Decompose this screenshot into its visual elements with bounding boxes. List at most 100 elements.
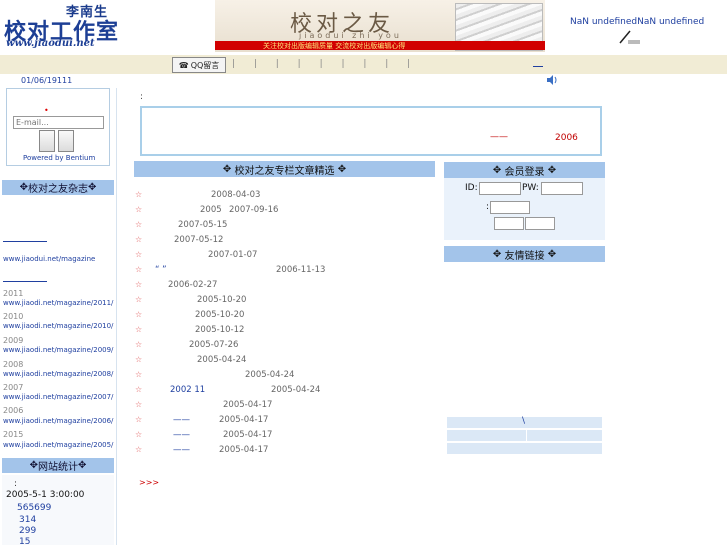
- article-row[interactable]: ☆ 2005-10-12: [135, 325, 435, 340]
- login-submit-button[interactable]: [39, 130, 55, 152]
- article-date: 2005-10-20: [197, 295, 247, 305]
- stats-value: 565699: [17, 503, 52, 513]
- nav-bar: ☎ QQ留言 | | | | | | | | |: [0, 54, 727, 75]
- star-icon: ☆: [135, 400, 143, 409]
- status-date: 01/06/19111: [21, 76, 73, 85]
- member-id-input[interactable]: [479, 182, 521, 195]
- article-dash: ——: [173, 415, 190, 425]
- diamond-icon: ✥: [547, 248, 557, 260]
- nav-link-underline[interactable]: [533, 66, 543, 67]
- article-date: 2005-04-24: [271, 385, 321, 395]
- magazine-main-link[interactable]: www.jiaodui.net/magazine: [3, 255, 95, 263]
- diamond-icon: ✥: [19, 182, 28, 193]
- id-label: ID:: [465, 183, 478, 193]
- article-row[interactable]: ☆ 2005-04-24: [135, 355, 435, 370]
- member-password-input[interactable]: [541, 182, 583, 195]
- login-register-button[interactable]: [58, 130, 74, 152]
- stats-value: 15: [19, 537, 31, 547]
- powered-by[interactable]: Powered by Bentium: [23, 154, 95, 162]
- qq-message-button[interactable]: ☎ QQ留言: [172, 57, 226, 73]
- star-icon: ☆: [135, 310, 143, 319]
- article-row[interactable]: ☆ 2006-02-27: [135, 280, 435, 295]
- article-row[interactable]: ☆ 2007-05-12: [135, 235, 435, 250]
- magazine-year-link[interactable]: www.jiaodi.net/magazine/2006/: [3, 417, 113, 425]
- article-row[interactable]: ☆ 2007-05-15: [135, 220, 435, 235]
- article-quote-marks: “ ”: [155, 265, 167, 275]
- article-dash: ——: [173, 430, 190, 440]
- magazine-year-link[interactable]: www.jiaodi.net/magazine/2008/: [3, 370, 113, 378]
- article-prefix: 2002 11: [170, 385, 206, 395]
- article-row[interactable]: ☆ 2005-04-17: [135, 400, 435, 415]
- article-row[interactable]: ☆ —— 2005-04-17: [135, 430, 435, 445]
- magazine-year-link[interactable]: www.jiaodi.net/magazine/2010/: [3, 322, 113, 330]
- status-bar: [0, 74, 727, 88]
- links-section-header: ✥ 友情链接 ✥: [444, 246, 605, 262]
- diamond-icon: ✥: [88, 182, 97, 193]
- magazine-year: 2015: [3, 430, 24, 439]
- article-row[interactable]: ☆ 2005-10-20: [135, 310, 435, 325]
- article-year: 2005: [200, 205, 222, 215]
- star-icon: ☆: [135, 430, 143, 439]
- link-underline[interactable]: [3, 241, 47, 242]
- diamond-icon: ✥: [492, 248, 502, 260]
- article-row[interactable]: ☆ —— 2005-04-17: [135, 445, 435, 460]
- article-row[interactable]: ☆ 2005-04-24: [135, 370, 435, 385]
- star-icon: ☆: [135, 235, 143, 244]
- header-date: NaN undefinedNaN undefined: [570, 17, 705, 27]
- pen-icon: [619, 30, 640, 44]
- notice-dash: ——: [490, 132, 508, 142]
- magazine-year: 2010: [3, 312, 24, 321]
- magazine-year: 2006: [3, 406, 24, 415]
- info-table-backslash: \: [522, 416, 526, 426]
- star-icon: ☆: [135, 190, 143, 199]
- article-date: 2007-01-07: [208, 250, 258, 260]
- article-date: 2008-04-03: [211, 190, 261, 200]
- diamond-icon: ✥: [492, 164, 502, 176]
- diamond-icon: ✥: [222, 163, 232, 175]
- articles-heading: 校对之友专栏文章精选: [234, 165, 335, 177]
- article-row[interactable]: ☆ 2007-01-07: [135, 250, 435, 265]
- article-row[interactable]: ☆ “ ” 2006-11-13: [135, 265, 435, 280]
- diamond-icon: ✥: [29, 460, 38, 471]
- magazine-year-link[interactable]: www.jiaodi.net/magazine/2011/: [3, 299, 113, 307]
- stats-start-time: 2005-5-1 3:00:00: [6, 490, 85, 500]
- member-login-button[interactable]: [494, 217, 524, 230]
- star-icon: ☆: [135, 205, 143, 214]
- star-icon: ☆: [135, 415, 143, 424]
- magazine-year-link[interactable]: www.jiaodi.net/magazine/2009/: [3, 346, 113, 354]
- article-date: 2005-07-26: [189, 340, 239, 350]
- speaker-icon[interactable]: [546, 74, 558, 86]
- star-icon: ☆: [135, 280, 143, 289]
- nav-separators: | | | | | | | | |: [232, 59, 419, 69]
- verification-code-input[interactable]: [490, 201, 530, 214]
- notice-label: :: [140, 92, 144, 102]
- article-row[interactable]: ☆ 2008-04-03: [135, 190, 435, 205]
- link-underline[interactable]: [3, 281, 47, 282]
- info-table-row: [447, 430, 602, 441]
- email-input[interactable]: [13, 116, 104, 129]
- article-row[interactable]: ☆ 2005-07-26: [135, 340, 435, 355]
- star-icon: ☆: [135, 340, 143, 349]
- article-date: 2005-10-12: [195, 325, 245, 335]
- article-date: 2007-05-15: [178, 220, 228, 230]
- notice-year: 2006: [555, 133, 578, 143]
- article-row[interactable]: ☆ 2005 2007-09-16: [135, 205, 435, 220]
- article-row[interactable]: ☆ —— 2005-04-17: [135, 415, 435, 430]
- star-icon: ☆: [135, 325, 143, 334]
- links-heading: 友情链接: [504, 250, 545, 262]
- info-table-divider: [526, 430, 527, 441]
- magazine-year-link[interactable]: www.jiaodi.net/magazine/2007/: [3, 393, 113, 401]
- more-articles-link[interactable]: >>>: [139, 478, 159, 487]
- code-label: :: [486, 202, 490, 212]
- stats-value: 314: [19, 515, 37, 525]
- star-icon: ☆: [135, 265, 143, 274]
- member-register-button[interactable]: [525, 217, 555, 230]
- member-section-header: ✥ 会员登录 ✥: [444, 162, 605, 178]
- magazine-year: 2009: [3, 336, 24, 345]
- article-row[interactable]: ☆ 2002 11 2005-04-24: [135, 385, 435, 400]
- article-row[interactable]: ☆ 2005-10-20: [135, 295, 435, 310]
- star-icon: ☆: [135, 445, 143, 454]
- magazine-year-link[interactable]: www.jiaodi.net/magazine/2005/: [3, 441, 113, 449]
- article-date: 2007-05-12: [174, 235, 224, 245]
- banner-pinyin: jiaodui zhi you: [299, 31, 402, 40]
